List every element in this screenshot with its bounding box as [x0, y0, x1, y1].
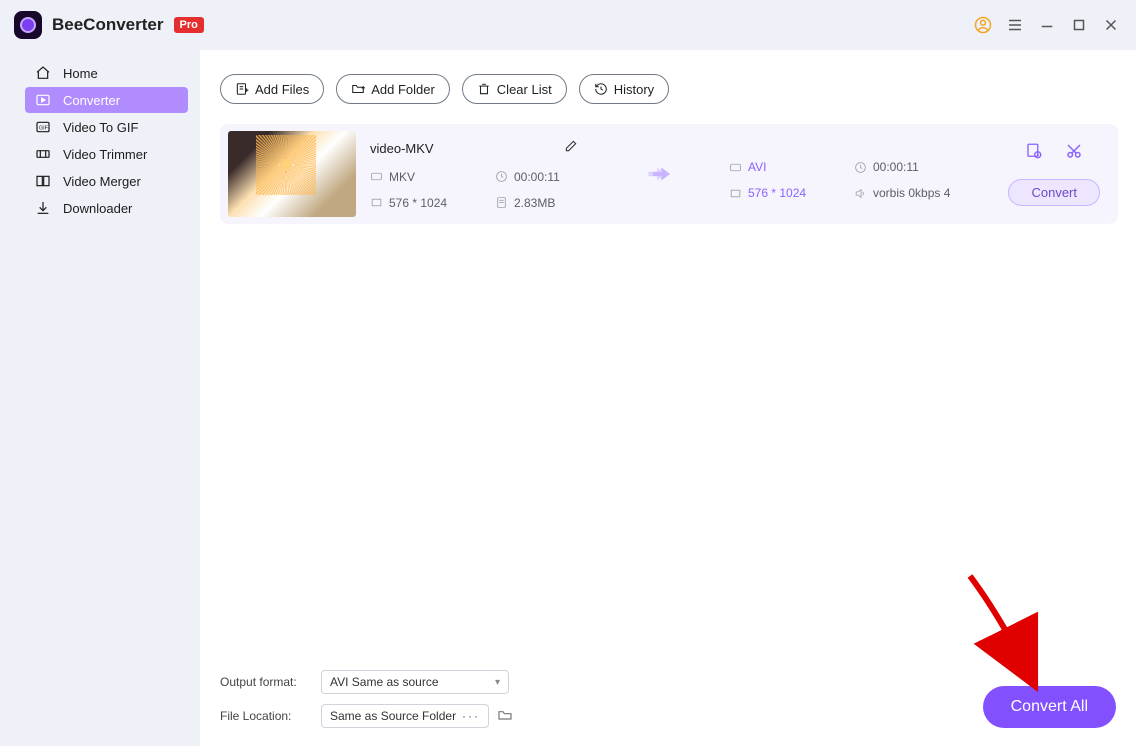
convert-button[interactable]: Convert [1008, 179, 1100, 206]
svg-text:GIF: GIF [39, 126, 49, 132]
footer: Output format: AVI Same as source ▾ File… [220, 670, 1116, 728]
sidebar-item-merger[interactable]: Video Merger [25, 168, 188, 194]
titlebar: BeeConverter Pro [0, 0, 1136, 50]
chevron-down-icon: ▾ [495, 677, 500, 688]
sidebar-item-label: Video Trimmer [63, 147, 147, 162]
sidebar-item-label: Converter [63, 93, 120, 108]
file-location-select[interactable]: Same as Source Folder ··· [321, 704, 489, 728]
button-label: Add Files [255, 82, 309, 97]
merger-icon [35, 173, 51, 189]
converter-icon [35, 92, 51, 108]
open-folder-icon[interactable] [497, 707, 513, 726]
video-thumbnail[interactable] [228, 131, 356, 217]
pro-badge: Pro [174, 17, 204, 33]
settings-icon[interactable] [1025, 142, 1043, 165]
ellipsis-icon: ··· [462, 709, 480, 723]
dst-audio: vorbis 0kbps 4 [854, 186, 950, 200]
dst-duration: 00:00:11 [854, 160, 949, 174]
main-panel: Add Files Add Folder Clear List History … [200, 50, 1136, 746]
trimmer-icon [35, 146, 51, 162]
gif-icon: GIF [35, 119, 51, 135]
file-title: video-MKV [370, 141, 434, 156]
add-files-button[interactable]: Add Files [220, 74, 324, 104]
sidebar-item-label: Video To GIF [63, 120, 138, 135]
output-format-select[interactable]: AVI Same as source ▾ [321, 670, 509, 694]
dst-resolution[interactable]: 576 * 1024 [729, 186, 824, 200]
sidebar-item-trimmer[interactable]: Video Trimmer [25, 141, 188, 167]
trim-icon[interactable] [1065, 142, 1083, 165]
menu-icon[interactable] [1004, 14, 1026, 36]
source-meta: video-MKV MKV 00:00:11 [370, 139, 630, 210]
sidebar-item-home[interactable]: Home [25, 60, 188, 86]
src-resolution: 576 * 1024 [370, 196, 465, 210]
button-label: Clear List [497, 82, 552, 97]
sidebar-item-gif[interactable]: GIF Video To GIF [25, 114, 188, 140]
item-actions: Convert [1008, 142, 1100, 206]
download-icon [35, 200, 51, 216]
account-icon[interactable] [972, 14, 994, 36]
button-label: Add Folder [371, 82, 435, 97]
maximize-icon[interactable] [1068, 14, 1090, 36]
src-duration: 00:00:11 [495, 170, 590, 184]
select-value: AVI Same as source [330, 675, 439, 689]
sidebar-item-converter[interactable]: Converter [25, 87, 188, 113]
sidebar-item-label: Video Merger [63, 174, 141, 189]
history-button[interactable]: History [579, 74, 669, 104]
dst-format[interactable]: AVI [729, 160, 824, 174]
arrow-right-icon [644, 161, 670, 187]
app-logo [14, 11, 42, 39]
minimize-icon[interactable] [1036, 14, 1058, 36]
file-card: video-MKV MKV 00:00:11 [220, 124, 1118, 224]
rename-icon[interactable] [564, 139, 578, 158]
select-value: Same as Source Folder [330, 709, 456, 723]
app-name: BeeConverter [52, 15, 164, 35]
toolbar: Add Files Add Folder Clear List History [200, 50, 1136, 104]
output-format-label: Output format: [220, 675, 305, 689]
file-location-label: File Location: [220, 709, 305, 723]
sidebar-item-label: Home [63, 66, 98, 81]
sidebar-item-downloader[interactable]: Downloader [25, 195, 188, 221]
convert-all-button[interactable]: Convert All [983, 686, 1116, 728]
close-icon[interactable] [1100, 14, 1122, 36]
clear-list-button[interactable]: Clear List [462, 74, 567, 104]
button-label: History [614, 82, 654, 97]
home-icon [35, 65, 51, 81]
sidebar-item-label: Downloader [63, 201, 132, 216]
src-format: MKV [370, 170, 465, 184]
add-folder-button[interactable]: Add Folder [336, 74, 450, 104]
target-meta: AVI 00:00:11 576 * 1024 vorbis 0kbps 4 [729, 148, 959, 200]
src-size: 2.83MB [495, 196, 590, 210]
sidebar: Home Converter GIF Video To GIF Video Tr… [0, 50, 200, 746]
